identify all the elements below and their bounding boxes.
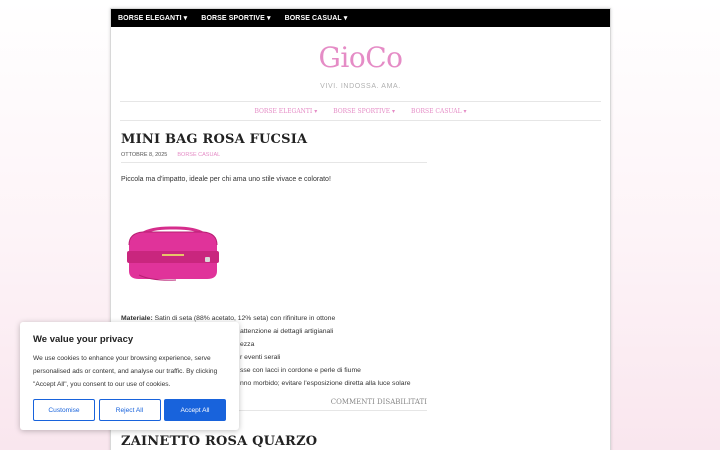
cookie-text: We use cookies to enhance your browsing … (33, 355, 218, 388)
accept-all-button[interactable]: Accept All (164, 399, 226, 421)
reject-all-button[interactable]: Reject All (98, 399, 161, 421)
cookie-title: We value your privacy (33, 334, 134, 345)
post-title[interactable]: MINI BAG ROSA FUCSIA (121, 132, 427, 147)
top-nav-borse-casual[interactable]: BORSE CASUAL ▾ (285, 14, 348, 22)
site-tagline: VIVI. INDOSSA. AMA. (320, 83, 401, 90)
customise-button[interactable]: Customise (33, 399, 95, 421)
site-header: GioCo VIVI. INDOSSA. AMA. (111, 41, 610, 90)
post-intro: Piccola ma d'impatto, ideale per chi ama… (121, 176, 331, 183)
cookie-consent-banner: We value your privacy We use cookies to … (20, 322, 239, 430)
cookie-buttons: Customise Reject All Accept All (33, 399, 226, 421)
post-category[interactable]: BORSE CASUAL (177, 152, 220, 158)
post-meta: OTTOBRE 8, 2025 BORSE CASUAL (121, 152, 427, 163)
next-post-title[interactable]: ZAINETTO ROSA QUARZO (121, 434, 427, 449)
top-navigation: BORSE ELEGANTI ▾ BORSE SPORTIVE ▾ BORSE … (111, 9, 610, 27)
main-nav-borse-eleganti[interactable]: BORSE ELEGANTI ▾ (254, 108, 317, 115)
site-title[interactable]: GioCo (111, 41, 610, 74)
main-nav-borse-casual[interactable]: BORSE CASUAL ▾ (411, 108, 467, 115)
post-date: OTTOBRE 8, 2025 (121, 152, 168, 158)
top-nav-borse-sportive[interactable]: BORSE SPORTIVE ▾ (201, 14, 270, 22)
top-nav-borse-eleganti[interactable]: BORSE ELEGANTI ▾ (118, 14, 187, 22)
handbag-image (121, 213, 224, 288)
main-nav-borse-sportive[interactable]: BORSE SPORTIVE ▾ (333, 108, 395, 115)
main-navigation: BORSE ELEGANTI ▾ BORSE SPORTIVE ▾ BORSE … (120, 101, 601, 121)
